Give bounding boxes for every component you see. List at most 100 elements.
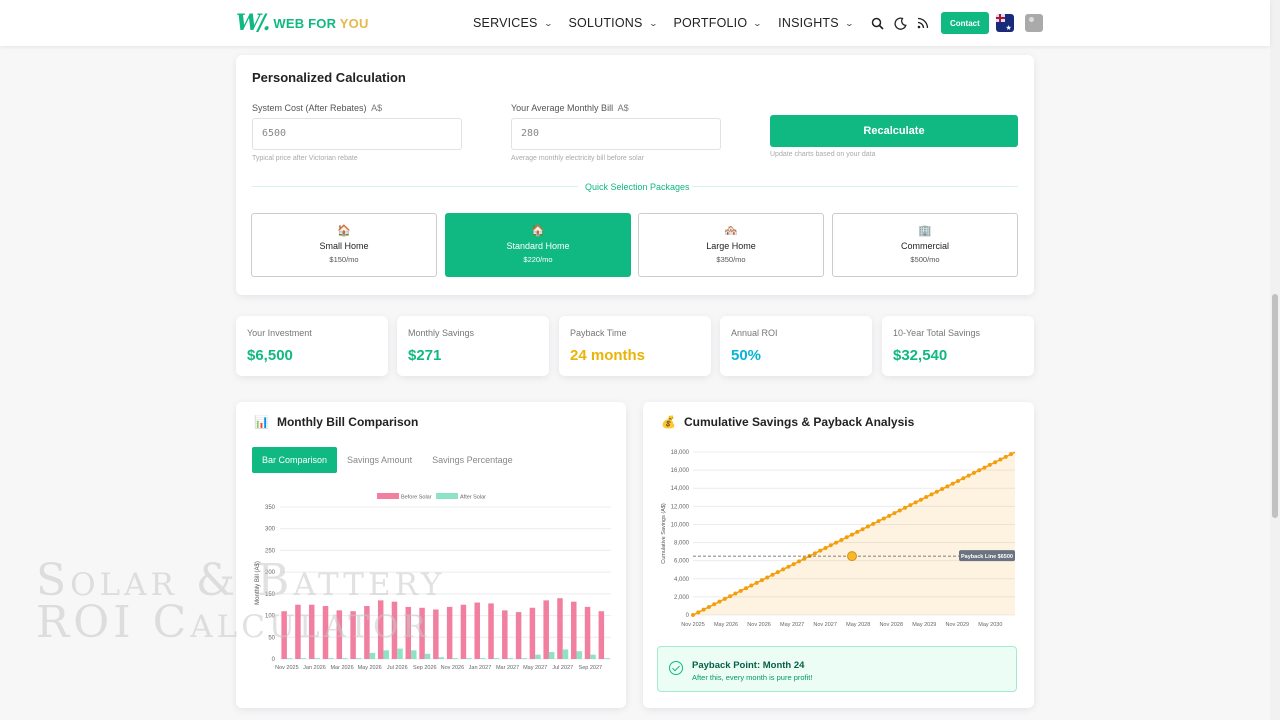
savings-point [982, 465, 987, 470]
chevron-down-icon: ⌄ [752, 18, 763, 28]
cumulative-savings-chart: 0 2,000 4,000 6,000 8,000 10,000 12,000 14,000 1… [661, 450, 1016, 628]
x-tick-label: May 2026 [358, 665, 382, 671]
recalculate-button[interactable]: Recalculate [770, 115, 1018, 147]
contact-button[interactable]: Contact [941, 12, 989, 34]
savings-point [934, 489, 939, 494]
bar-before-solar [322, 606, 329, 659]
field-label-text: Your Average Monthly Bill [511, 103, 614, 113]
monthly-bill-input[interactable]: 280 [511, 118, 721, 150]
y-tick-label: 6,000 [674, 559, 690, 565]
y-tick-label: 16,000 [671, 468, 690, 474]
bar-after-solar [300, 658, 307, 659]
x-tick-label: Nov 2027 [813, 622, 837, 628]
logo-text-main: WEB FOR [273, 15, 340, 31]
y-tick-label: 12,000 [671, 504, 690, 510]
savings-point [887, 513, 892, 518]
nav-solutions[interactable]: SOLUTIONS ⌄ [568, 16, 658, 30]
rss-icon[interactable] [912, 12, 934, 34]
bar-after-solar [493, 658, 500, 659]
bar-before-solar [571, 601, 577, 659]
logo-mark: W/. [236, 10, 270, 36]
bar-after-solar [535, 654, 541, 659]
savings-point [987, 462, 992, 467]
section-title: Personalized Calculation [252, 70, 406, 85]
savings-point [860, 527, 865, 532]
bar-before-solar [433, 609, 439, 659]
stat-payback-time: Payback Time 24 months [559, 316, 711, 376]
savings-point [733, 591, 738, 596]
package-large-home[interactable]: 🏘️ Large Home $350/mo [638, 213, 824, 277]
site-logo[interactable]: W/. WEB FOR YOU [236, 12, 369, 34]
nav-insights[interactable]: INSIGHTS ⌄ [778, 16, 854, 30]
logo-text: WEB FOR YOU [273, 16, 368, 31]
nav-label: PORTFOLIO [673, 16, 748, 30]
australia-flag-icon[interactable] [995, 14, 1014, 32]
package-name: Standard Home [506, 241, 570, 251]
recalculate-help: Update charts based on your data [770, 151, 876, 158]
savings-point [1009, 452, 1014, 457]
bar-before-solar [584, 606, 591, 659]
savings-point [956, 478, 961, 483]
savings-point [865, 524, 870, 529]
savings-point [770, 572, 775, 577]
package-commercial[interactable]: 🏢 Commercial $500/mo [832, 213, 1018, 277]
bar-after-solar [355, 658, 362, 659]
field-label-text: System Cost (After Rebates) [252, 103, 367, 113]
y-tick-label: 4,000 [674, 577, 690, 583]
system-cost-input[interactable]: 6500 [252, 118, 462, 150]
nav-portfolio[interactable]: PORTFOLIO ⌄ [673, 16, 763, 30]
bar-before-solar [295, 604, 301, 659]
currency-label: A$ [371, 103, 383, 113]
stat-annual-roi: Annual ROI 50% [720, 316, 872, 376]
bar-after-solar [369, 652, 376, 659]
bar-before-solar [502, 610, 508, 659]
stat-label: Monthly Savings [408, 328, 475, 338]
savings-point [871, 521, 876, 526]
cumulative-savings-card: 💰 Cumulative Savings & Payback Analysis 0… [643, 402, 1034, 708]
payback-marker [847, 551, 858, 562]
savings-point [918, 497, 923, 502]
y-tick-label: 8,000 [674, 541, 690, 547]
field-label: Your Average Monthly Bill A$ [511, 103, 721, 113]
nav-label: SOLUTIONS [568, 16, 643, 30]
bar-after-solar [548, 652, 555, 659]
y-tick-label: 2,000 [674, 595, 690, 601]
bar-before-solar [405, 606, 412, 659]
package-small-home[interactable]: 🏠 Small Home $150/mo [251, 213, 437, 277]
bar-after-solar [466, 658, 472, 659]
bar-after-solar [479, 658, 486, 659]
savings-point [722, 596, 727, 601]
house-icon: 🏠 [337, 225, 351, 237]
package-price: $500/mo [910, 255, 940, 264]
savings-point [993, 460, 998, 465]
monthly-bill-comparison-card: 📊 Monthly Bill Comparison Bar Comparison … [236, 402, 626, 708]
package-name: Commercial [900, 241, 949, 251]
savings-point [781, 567, 786, 572]
x-tick-label: Nov 2025 [275, 665, 299, 671]
chevron-down-icon: ⌄ [543, 18, 553, 28]
stat-investment: Your Investment $6,500 [236, 316, 388, 376]
bar-after-solar [383, 650, 389, 659]
package-standard-home[interactable]: 🏠 Standard Home $220/mo [445, 213, 631, 277]
page-scrollbar[interactable] [1270, 0, 1280, 720]
x-tick-label: Jul 2027 [552, 665, 573, 671]
scrollbar-thumb[interactable] [1272, 294, 1278, 518]
nav-label: INSIGHTS [778, 16, 839, 30]
savings-point [881, 516, 886, 521]
moon-icon[interactable] [889, 12, 911, 34]
legend-swatch [436, 493, 458, 499]
bar-after-solar [397, 648, 403, 659]
site-header: W/. WEB FOR YOU SERVICES ⌄ SOLUTIONS ⌄ POR… [0, 0, 1270, 46]
savings-point [786, 564, 791, 569]
x-tick-label: Nov 2028 [879, 622, 903, 628]
x-tick-label: May 2029 [912, 622, 936, 628]
search-icon[interactable] [866, 12, 888, 34]
nav-services[interactable]: SERVICES ⌄ [473, 16, 553, 30]
bill-comparison-chart: 0 50 100 150 200 250 300 350 Monthly Bill (A$) Be… [255, 493, 611, 671]
avatar[interactable] [1024, 14, 1043, 32]
quick-selection-label: Quick Selection Packages [585, 182, 690, 192]
package-name: Small Home [319, 241, 369, 251]
y-axis-label: Monthly Bill (A$) [255, 561, 261, 605]
bar-after-solar [576, 651, 583, 659]
x-tick-label: May 2028 [846, 622, 870, 628]
